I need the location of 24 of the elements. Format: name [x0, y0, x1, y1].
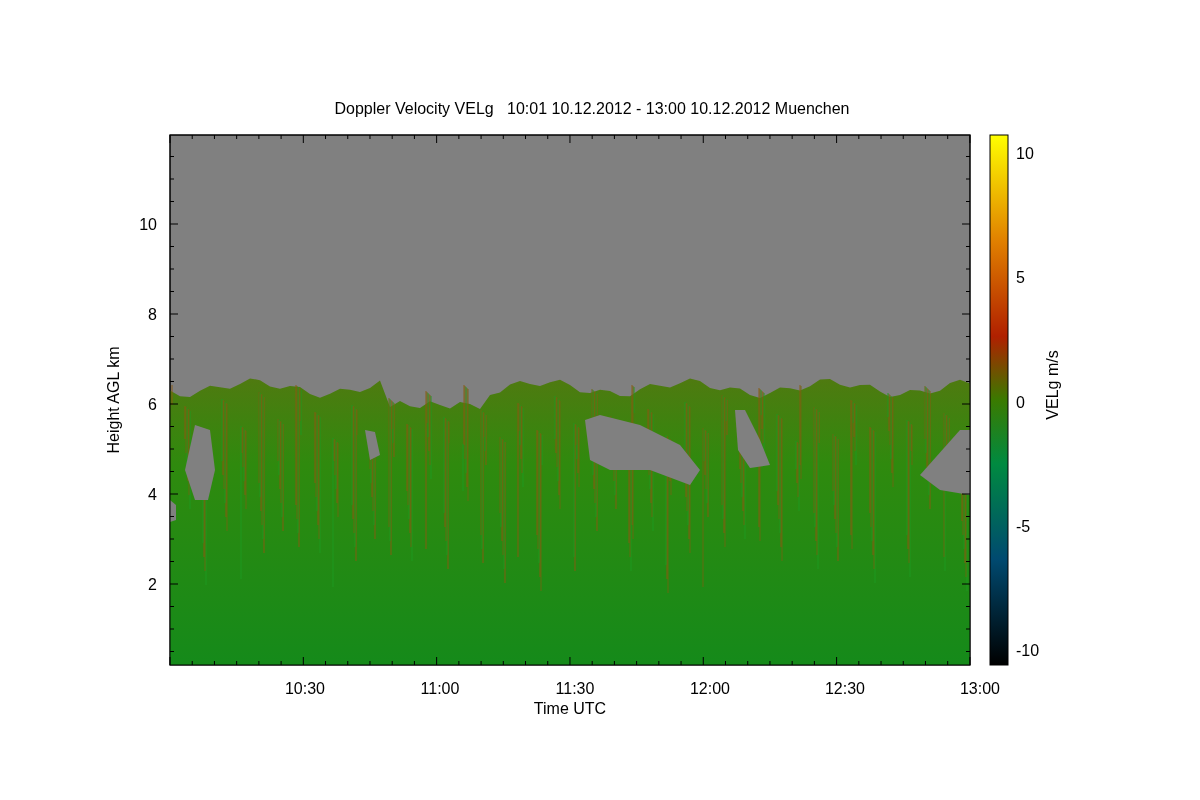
colorbar-tick-label: 0: [1016, 393, 1025, 411]
x-tick-label: 10:30: [285, 680, 325, 697]
y-tick-label: 10: [139, 216, 157, 233]
y-tick-label: 8: [148, 306, 157, 323]
x-tick-label: 12:30: [825, 680, 865, 697]
x-tick-label: 11:00: [420, 680, 460, 697]
colorbar-tick-label: -10: [1016, 642, 1040, 659]
no-signal-gap: [365, 430, 380, 460]
x-tick-label: 13:00: [960, 680, 1000, 697]
colorbar-tick-label: -5: [1016, 517, 1031, 535]
no-signal-gap: [170, 500, 176, 522]
colorbar-tick-label: 5: [1016, 269, 1025, 287]
no-signal-gap: [920, 430, 970, 495]
y-tick-label: 4: [148, 486, 157, 503]
plot-title: Doppler Velocity VELg 10:01 10.12.2012 - 13:00 10.12.2012 Muenchen: [334, 100, 850, 117]
y-tick-label: 2: [148, 576, 157, 593]
x-axis-label: Time UTC: [533, 700, 607, 717]
y-tick-label: 6: [148, 396, 157, 413]
x-tick-label: 12:00: [690, 680, 730, 697]
colorbar-label: VELg m/s: [1044, 350, 1061, 420]
y-axis-label: Height AGL km: [105, 346, 122, 454]
x-tick-label: 11:30: [555, 680, 595, 697]
no-signal-gap: [735, 410, 770, 468]
colorbar-tick-label: 10: [1016, 145, 1034, 162]
